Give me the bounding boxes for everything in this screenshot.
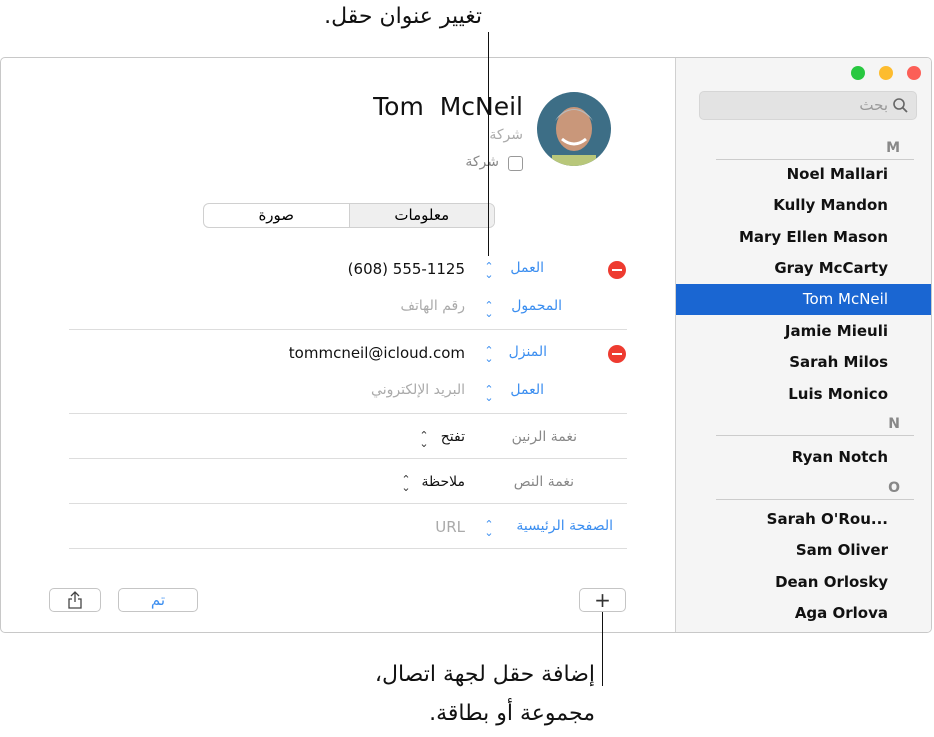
- add-field-button[interactable]: +: [579, 588, 626, 612]
- url-field[interactable]: URL: [435, 518, 465, 536]
- section-header-m: M: [716, 140, 914, 160]
- texttone-label: نغمة النص: [513, 474, 574, 490]
- contacts-window: بحث M Noel Mallari Kully Mandon Mary Ell…: [0, 57, 932, 633]
- phone-label-mobile[interactable]: المحمول: [511, 298, 562, 314]
- tab-control: صورة معلومات: [203, 203, 495, 228]
- email-label-work[interactable]: العمل: [510, 382, 544, 398]
- contact-name[interactable]: Tom McNeil: [373, 92, 523, 121]
- email-label-home[interactable]: المنزل: [509, 344, 547, 360]
- divider: [69, 329, 627, 330]
- stepper-icon[interactable]: ⌃ ⌄: [484, 345, 494, 364]
- stepper-icon[interactable]: ⌃ ⌄: [401, 474, 411, 493]
- company-field[interactable]: شركة: [489, 127, 523, 143]
- stepper-icon[interactable]: ⌃ ⌄: [484, 300, 494, 319]
- divider: [69, 458, 627, 459]
- contact-list-item[interactable]: Ryan Notch: [676, 442, 931, 473]
- contact-list-item[interactable]: Sarah Milos: [676, 347, 931, 378]
- contacts-sidebar: بحث M Noel Mallari Kully Mandon Mary Ell…: [675, 58, 931, 632]
- contact-list-item[interactable]: Jamie Mieuli: [676, 316, 931, 347]
- contact-list-item[interactable]: Kully Mandon: [676, 190, 931, 221]
- stepper-icon[interactable]: ⌃ ⌄: [484, 519, 494, 538]
- stepper-icon[interactable]: ⌃ ⌄: [484, 261, 494, 280]
- tab-info[interactable]: معلومات: [349, 204, 494, 227]
- contact-photo[interactable]: [536, 91, 612, 167]
- contact-list-item[interactable]: Aga Orlova: [676, 598, 931, 629]
- contact-list-item[interactable]: Dean Orlosky: [676, 567, 931, 598]
- section-header-n: N: [716, 416, 914, 436]
- close-button[interactable]: [907, 66, 921, 80]
- ringtone-popup[interactable]: تفتح: [441, 429, 465, 445]
- company-checkbox[interactable]: [508, 156, 523, 171]
- stepper-icon[interactable]: ⌃ ⌄: [419, 430, 429, 449]
- email-value[interactable]: tommcneil@icloud.com: [289, 344, 465, 362]
- share-button[interactable]: [49, 588, 101, 612]
- done-button[interactable]: تم: [118, 588, 198, 612]
- contact-list-item[interactable]: Luis Monico: [676, 379, 931, 410]
- minimize-button[interactable]: [879, 66, 893, 80]
- contact-list-item[interactable]: Gray McCarty: [676, 253, 931, 284]
- contact-list-item[interactable]: Noel Mallari: [676, 159, 931, 190]
- search-icon: [893, 98, 908, 113]
- texttone-popup[interactable]: ملاحظة: [422, 474, 466, 490]
- callout-line-top: [488, 32, 489, 256]
- remove-email-button[interactable]: [608, 345, 626, 363]
- search-placeholder: بحث: [859, 96, 888, 114]
- phone-field[interactable]: رقم الهاتف: [401, 298, 465, 314]
- email-field[interactable]: البريد الإلكتروني: [371, 382, 465, 398]
- section-header-o: O: [716, 480, 914, 500]
- contact-list-item[interactable]: Mary Ellen Mason: [676, 222, 931, 253]
- phone-label-work[interactable]: العمل: [510, 260, 544, 276]
- contact-list-item[interactable]: Sarah O'Rou...: [676, 504, 931, 535]
- stepper-icon[interactable]: ⌃ ⌄: [484, 384, 494, 403]
- callout-add-field-line1: إضافة حقل لجهة اتصال،: [374, 662, 595, 687]
- company-checkbox-label: شركة: [465, 154, 499, 170]
- share-icon: [68, 591, 82, 609]
- contact-list-item-selected[interactable]: Tom McNeil: [676, 284, 931, 315]
- remove-phone-button[interactable]: [608, 261, 626, 279]
- divider: [69, 548, 627, 549]
- ringtone-label: نغمة الرنين: [511, 429, 577, 445]
- callout-change-field-label: تغيير عنوان حقل.: [324, 4, 482, 29]
- phone-value[interactable]: (608) 555-1125: [348, 260, 465, 278]
- callout-line-bottom: [602, 612, 603, 686]
- callout-add-field-line2: مجموعة أو بطاقة.: [429, 701, 595, 726]
- search-input[interactable]: بحث: [699, 91, 917, 120]
- contact-list-item[interactable]: Sam Oliver: [676, 535, 931, 566]
- divider: [69, 503, 627, 504]
- tab-photo[interactable]: صورة: [204, 204, 350, 227]
- zoom-button[interactable]: [851, 66, 865, 80]
- homepage-label[interactable]: الصفحة الرئيسية: [516, 518, 613, 534]
- divider: [69, 413, 627, 414]
